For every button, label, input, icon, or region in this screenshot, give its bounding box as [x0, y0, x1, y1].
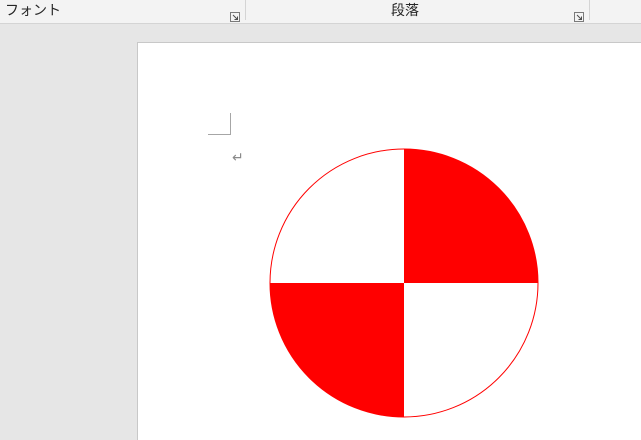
paragraph-mark: ↵ [232, 150, 244, 166]
font-group-label: フォント [5, 3, 61, 19]
dialog-launcher-icon [230, 12, 240, 22]
margin-corner-mark [208, 113, 231, 135]
quadrant-bottom-left [270, 283, 404, 417]
paragraph-group-label: 段落 [391, 3, 419, 19]
quadrant-top-right [404, 149, 538, 283]
quadrant-bottom-right [404, 283, 538, 417]
ribbon-group-labels: フォント 段落 [0, 0, 641, 24]
dialog-launcher-icon [574, 12, 584, 22]
quadrant-top-left [270, 149, 404, 283]
quartered-circle-shape[interactable] [269, 148, 539, 418]
document-page[interactable]: ↵ [137, 42, 641, 440]
paragraph-dialog-launcher-icon[interactable] [574, 7, 584, 22]
group-separator [589, 0, 590, 20]
group-separator [245, 0, 246, 20]
font-dialog-launcher-icon[interactable] [230, 7, 240, 22]
